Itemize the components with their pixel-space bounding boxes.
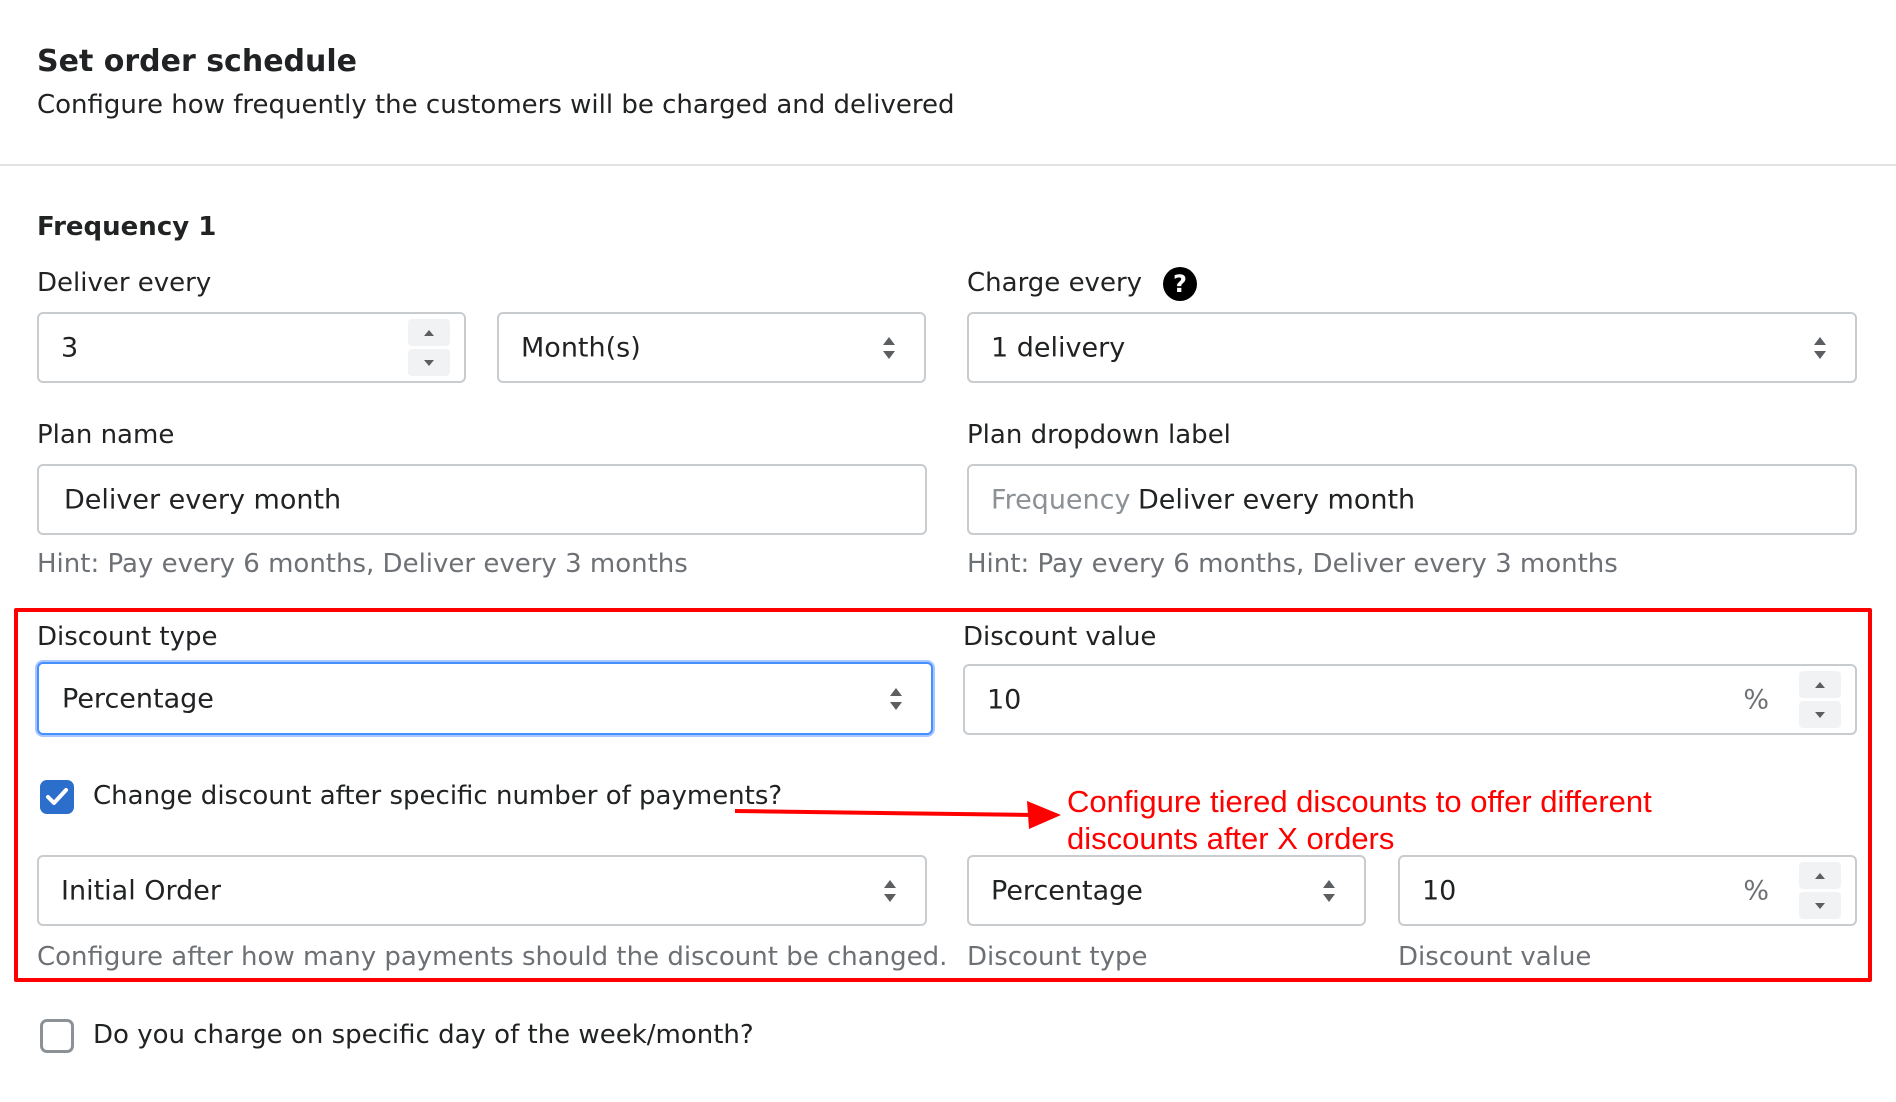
- discount-value-suffix: %: [1743, 684, 1769, 715]
- change-discount-checkbox[interactable]: [40, 780, 74, 814]
- deliver-unit-value: Month(s): [521, 332, 641, 363]
- discount-value-input[interactable]: 10 %: [963, 664, 1857, 735]
- annotation-arrow-icon: [734, 801, 1061, 829]
- tier-discount-value-stepper[interactable]: [1799, 862, 1841, 919]
- page-title: Set order schedule: [37, 44, 358, 79]
- annotation-text-line1: Configure tiered discounts to offer diff…: [1067, 784, 1652, 819]
- frequency-title: Frequency 1: [37, 212, 217, 242]
- discount-value-value: 10: [987, 684, 1022, 715]
- annotation-text-line2: discounts after X orders: [1067, 821, 1395, 856]
- stepper-up-button[interactable]: [1799, 862, 1841, 889]
- tier-order-hint: Configure after how many payments should…: [37, 942, 948, 972]
- discount-value-label: Discount value: [963, 622, 1157, 652]
- deliver-every-stepper[interactable]: [408, 319, 450, 376]
- tier-discount-type-select[interactable]: Percentage: [967, 855, 1366, 926]
- change-discount-label[interactable]: Change discount after specific number of…: [93, 781, 782, 811]
- plan-dropdown-value: Deliver every month: [1138, 484, 1416, 515]
- deliver-every-input[interactable]: 3: [37, 312, 466, 383]
- caret-up-icon: [1815, 681, 1825, 688]
- header-divider: [0, 164, 1896, 166]
- deliver-every-value: 3: [61, 332, 79, 363]
- charge-every-label: Charge every: [967, 268, 1143, 298]
- plan-dropdown-input[interactable]: Frequency Deliver every month: [967, 464, 1857, 535]
- caret-down-icon: [424, 359, 434, 366]
- select-arrows-icon: [882, 336, 896, 360]
- tier-discount-value-value: 10: [1422, 875, 1457, 906]
- stepper-down-button[interactable]: [1799, 892, 1841, 919]
- tier-order-select[interactable]: Initial Order: [37, 855, 927, 926]
- stepper-up-button[interactable]: [408, 319, 450, 346]
- specific-day-label[interactable]: Do you charge on specific day of the wee…: [93, 1020, 754, 1050]
- discount-type-value: Percentage: [62, 683, 214, 714]
- select-arrows-icon: [883, 879, 897, 903]
- tier-discount-value-input[interactable]: 10 %: [1398, 855, 1857, 926]
- caret-up-icon: [1815, 872, 1825, 879]
- charge-every-select[interactable]: 1 delivery: [967, 312, 1857, 383]
- discount-value-stepper[interactable]: [1799, 671, 1841, 728]
- discount-type-select[interactable]: Percentage: [37, 662, 933, 735]
- tier-discount-type-hint: Discount type: [967, 942, 1148, 972]
- plan-name-value: Deliver every month: [64, 484, 342, 515]
- tier-order-value: Initial Order: [61, 875, 222, 906]
- charge-every-value: 1 delivery: [991, 332, 1126, 363]
- plan-dropdown-hint: Hint: Pay every 6 months, Deliver every …: [967, 549, 1618, 579]
- deliver-every-label: Deliver every: [37, 268, 212, 298]
- stepper-down-button[interactable]: [1799, 701, 1841, 728]
- select-arrows-icon: [1322, 879, 1336, 903]
- plan-dropdown-prefix: Frequency: [991, 484, 1131, 515]
- plan-name-hint: Hint: Pay every 6 months, Deliver every …: [37, 549, 688, 579]
- select-arrows-icon: [1813, 336, 1827, 360]
- page-subtitle: Configure how frequently the customers w…: [37, 90, 955, 120]
- caret-down-icon: [1815, 902, 1825, 909]
- tier-discount-type-value: Percentage: [991, 875, 1143, 906]
- plan-dropdown-label: Plan dropdown label: [967, 420, 1231, 450]
- help-icon[interactable]: ?: [1163, 267, 1197, 301]
- caret-up-icon: [424, 329, 434, 336]
- discount-type-label: Discount type: [37, 622, 218, 652]
- checkmark-icon: [46, 788, 68, 805]
- specific-day-checkbox[interactable]: [40, 1019, 74, 1053]
- select-arrows-icon: [889, 687, 903, 711]
- deliver-unit-select[interactable]: Month(s): [497, 312, 926, 383]
- tier-discount-value-hint: Discount value: [1398, 942, 1592, 972]
- caret-down-icon: [1815, 711, 1825, 718]
- plan-name-input[interactable]: Deliver every month: [37, 464, 927, 535]
- stepper-up-button[interactable]: [1799, 671, 1841, 698]
- plan-name-label: Plan name: [37, 420, 175, 450]
- tier-discount-value-suffix: %: [1743, 875, 1769, 906]
- stepper-down-button[interactable]: [408, 349, 450, 376]
